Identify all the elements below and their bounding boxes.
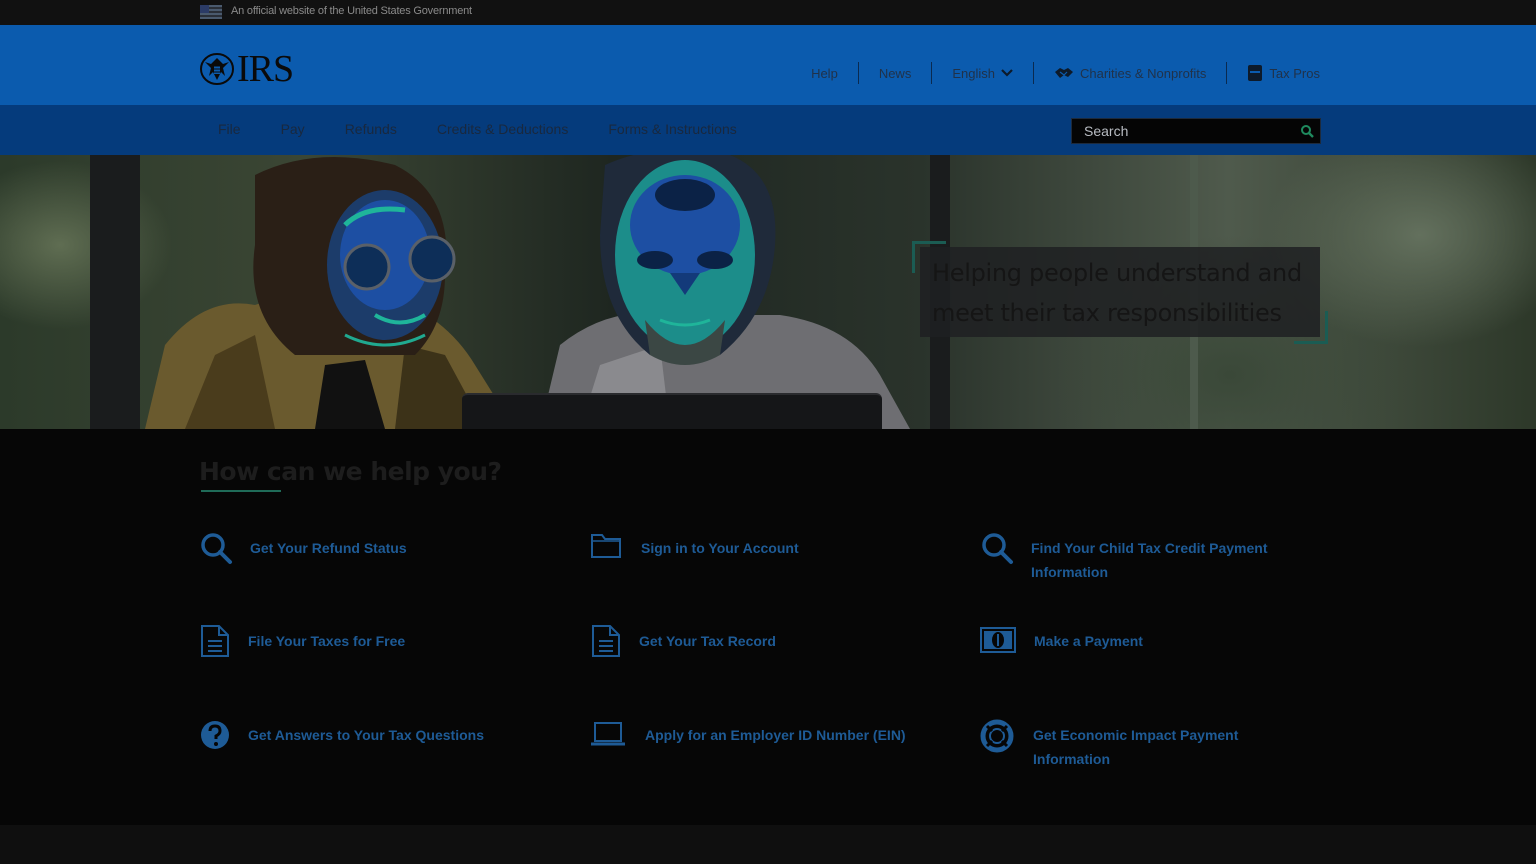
- site-header: IRS Help News English Charities & Nonpro…: [0, 25, 1536, 105]
- lifebuoy-icon: [980, 719, 1014, 753]
- folder-icon: [591, 534, 621, 558]
- handshake-icon: [1054, 68, 1073, 78]
- main-nav: File Pay Refunds Credits & Deductions Fo…: [0, 105, 1536, 155]
- tax-pros-link[interactable]: Tax Pros: [1226, 62, 1320, 84]
- hero-tagline: Helping people understand and meet their…: [932, 259, 1302, 327]
- tile-label: Get Your Refund Status: [250, 540, 407, 556]
- nav-items: File Pay Refunds Credits & Deductions Fo…: [198, 120, 757, 138]
- language-selector[interactable]: English: [931, 62, 1033, 84]
- tile-economic-impact[interactable]: Get Economic Impact Payment Information: [980, 719, 1280, 771]
- tile-tax-record[interactable]: Get Your Tax Record: [590, 624, 776, 658]
- gov-banner-text: An official website of the United States…: [231, 5, 472, 17]
- tile-label: Get Your Tax Record: [639, 633, 776, 649]
- logo-text: IRS: [237, 48, 294, 90]
- charities-link[interactable]: Charities & Nonprofits: [1032, 62, 1226, 84]
- utility-links: Help News English Charities & Nonprofits…: [791, 62, 1320, 84]
- us-flag-icon: [200, 5, 222, 19]
- search-box: [1071, 118, 1321, 144]
- chevron-down-icon: [1001, 69, 1013, 77]
- tile-refund-status[interactable]: Get Your Refund Status: [199, 531, 407, 565]
- window-frame: [90, 155, 140, 429]
- eagle-icon: [200, 53, 234, 85]
- tile-label: File Your Taxes for Free: [248, 633, 406, 649]
- tile-tax-questions[interactable]: Get Answers to Your Tax Questions: [199, 719, 484, 751]
- tile-label: Apply for an Employer ID Number (EIN): [645, 727, 906, 743]
- nav-item-forms-instructions[interactable]: Forms & Instructions: [588, 120, 756, 138]
- search-icon: [982, 533, 1013, 564]
- document-icon: [592, 625, 620, 657]
- tile-employer-id[interactable]: Apply for an Employer ID Number (EIN): [590, 721, 906, 747]
- question-icon: [201, 721, 229, 749]
- nav-item-refunds[interactable]: Refunds: [325, 120, 417, 138]
- search-icon[interactable]: [1300, 124, 1314, 138]
- tile-label: Get Economic Impact Payment Information: [1033, 727, 1239, 767]
- charities-link-label: Charities & Nonprofits: [1079, 65, 1207, 81]
- language-label: English: [952, 65, 995, 81]
- hero-banner: Helping people understand and meet their…: [0, 155, 1536, 429]
- person-photo: [540, 155, 910, 429]
- help-title: How can we help you?: [199, 457, 502, 486]
- person-photo: [145, 157, 515, 429]
- footer-strip: [0, 825, 1536, 864]
- tile-label: Make a Payment: [1034, 633, 1143, 649]
- nav-item-credits-deductions[interactable]: Credits & Deductions: [417, 120, 589, 138]
- help-link-label: Help: [811, 65, 838, 81]
- help-link[interactable]: Help: [791, 62, 858, 84]
- search-input[interactable]: [1072, 119, 1294, 143]
- tile-sign-in[interactable]: Sign in to Your Account: [590, 531, 799, 560]
- tile-label: Get Answers to Your Tax Questions: [248, 727, 484, 743]
- title-underline: [201, 490, 281, 492]
- laptop-icon: [591, 722, 625, 746]
- news-link-label: News: [878, 65, 912, 81]
- tile-label: Sign in to Your Account: [641, 540, 799, 556]
- tile-file-free[interactable]: File Your Taxes for Free: [199, 624, 405, 658]
- tax-pros-link-label: Tax Pros: [1269, 65, 1320, 81]
- help-section: How can we help you? Get Your Refund Sta…: [0, 429, 1536, 825]
- briefcase-icon: [1248, 65, 1263, 81]
- nav-item-file[interactable]: File: [198, 120, 261, 138]
- nav-item-pay[interactable]: Pay: [261, 120, 325, 138]
- money-icon: [980, 627, 1016, 653]
- tile-make-payment[interactable]: Make a Payment: [980, 627, 1143, 653]
- tile-label: Find Your Child Tax Credit Payment Infor…: [1031, 540, 1268, 580]
- irs-logo[interactable]: IRS: [199, 48, 301, 90]
- document-icon: [201, 625, 229, 657]
- tile-child-tax-credit[interactable]: Find Your Child Tax Credit Payment Infor…: [980, 531, 1300, 584]
- laptop-photo: [462, 393, 882, 429]
- search-icon: [201, 533, 232, 564]
- gov-banner: An official website of the United States…: [0, 0, 1536, 25]
- news-link[interactable]: News: [857, 62, 932, 84]
